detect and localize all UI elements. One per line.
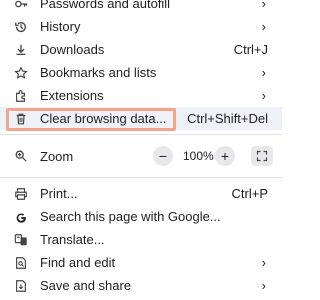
zoom-in-button[interactable]: + <box>215 146 235 166</box>
menu-item-bookmarks-lists[interactable]: Bookmarks and lists › <box>0 61 282 84</box>
star-icon <box>14 65 28 80</box>
puzzle-icon <box>14 89 28 103</box>
chevron-right-icon: › <box>261 255 266 270</box>
chevron-right-icon: › <box>261 0 266 11</box>
menu-item-label: History <box>40 19 81 34</box>
save-share-icon <box>14 279 28 293</box>
menu-item-label: Translate... <box>40 232 105 247</box>
menu-item-extensions[interactable]: Extensions › <box>0 84 282 107</box>
shortcut-label: Ctrl+J <box>233 42 268 57</box>
fullscreen-button[interactable] <box>251 146 273 166</box>
menu-item-clear-browsing-data[interactable]: Clear browsing data... Ctrl+Shift+Del <box>0 107 282 131</box>
trash-icon <box>14 112 28 126</box>
menu-item-label: Save and share <box>40 278 132 293</box>
menu-item-label: Passwords and autofill <box>40 0 171 11</box>
download-icon <box>14 43 28 57</box>
menu-item-label: Clear browsing data... <box>40 111 167 126</box>
zoom-row: Zoom − 100% + <box>0 139 282 173</box>
zoom-icon <box>14 149 28 163</box>
menu-item-downloads[interactable]: Downloads Ctrl+J <box>0 38 282 61</box>
menu-item-label: Downloads <box>40 42 105 57</box>
menu-item-label: Search this page with Google... <box>40 209 221 224</box>
chevron-right-icon: › <box>261 88 266 103</box>
menu-item-label: Extensions <box>40 88 104 103</box>
translate-icon <box>14 233 28 247</box>
zoom-value: 100% <box>183 149 214 163</box>
chevron-right-icon: › <box>261 19 266 34</box>
chevron-right-icon: › <box>261 278 266 293</box>
print-icon <box>14 187 28 201</box>
menu-item-save-share[interactable]: Save and share › <box>0 274 282 297</box>
history-icon <box>14 20 28 34</box>
fullscreen-icon <box>256 150 268 162</box>
menu-item-find-edit[interactable]: Find and edit › <box>0 251 282 274</box>
menu-divider <box>0 177 282 178</box>
menu-item-label: Print... <box>40 186 78 201</box>
shortcut-label: Ctrl+P <box>231 186 268 201</box>
menu-divider <box>0 134 282 135</box>
menu-item-history[interactable]: History › <box>0 15 282 38</box>
zoom-out-button[interactable]: − <box>153 146 173 166</box>
menu-item-translate[interactable]: Translate... <box>0 228 282 251</box>
browser-menu: Passwords and autofill › History › Downl… <box>0 0 282 297</box>
key-icon <box>14 0 28 11</box>
zoom-label: Zoom <box>40 149 74 164</box>
chevron-right-icon: › <box>261 65 266 80</box>
shortcut-label: Ctrl+Shift+Del <box>187 111 268 126</box>
menu-item-print[interactable]: Print... Ctrl+P <box>0 182 282 205</box>
google-icon <box>14 210 28 224</box>
menu-item-passwords-autofill[interactable]: Passwords and autofill › <box>0 0 282 15</box>
menu-item-label: Find and edit <box>40 255 116 270</box>
menu-item-search-page-google[interactable]: Search this page with Google... <box>0 205 282 228</box>
find-edit-icon <box>14 256 28 270</box>
menu-item-label: Bookmarks and lists <box>40 65 157 80</box>
